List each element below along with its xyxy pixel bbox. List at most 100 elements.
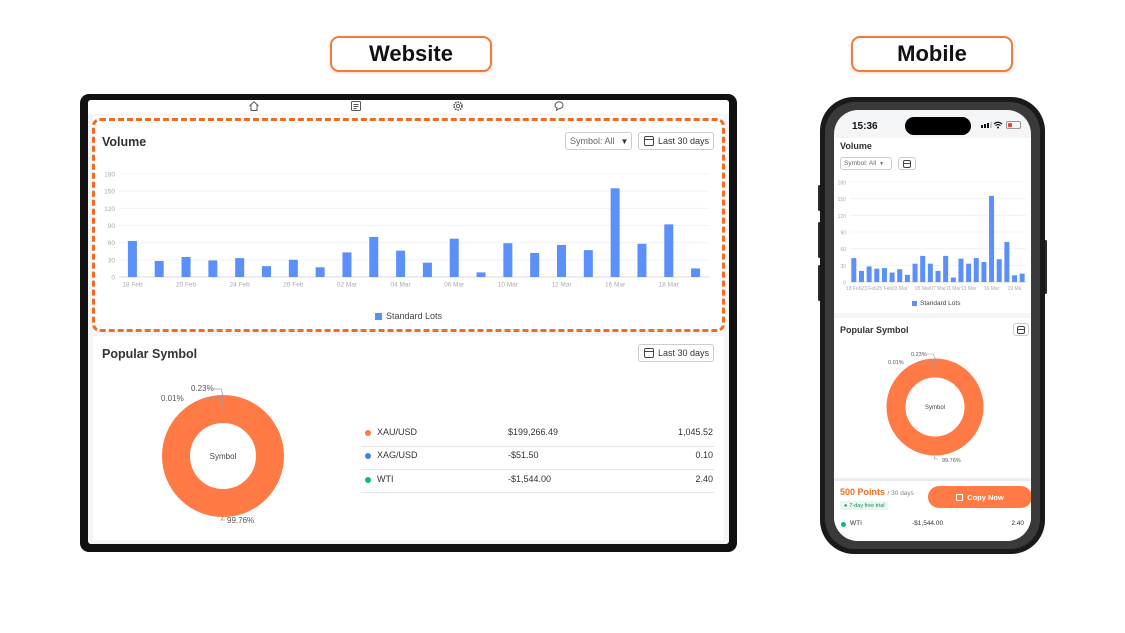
volume-bar[interactable]: [315, 267, 325, 277]
x-tick-label: 03 Mar: [892, 286, 908, 292]
home-icon[interactable]: [248, 100, 260, 112]
volume-bar[interactable]: [889, 272, 895, 282]
mobile-volume-chart: 030609012015018018 Feb 23 Feb 25 Feb 03 Mar…: [838, 181, 1026, 292]
volume-bar[interactable]: [557, 244, 566, 277]
x-tick-label: 18 Feb: [122, 282, 143, 289]
mobile-date-button[interactable]: [898, 157, 916, 170]
page: Website Mobile Volume Symbol: All ▼ Last…: [0, 0, 1125, 633]
news-icon[interactable]: [350, 100, 362, 112]
volume-bar[interactable]: [235, 258, 245, 277]
dropdown-arrow-icon: ▼: [879, 160, 885, 167]
calendar-icon: [644, 348, 654, 358]
volume-bar[interactable]: [912, 263, 918, 282]
mobile-popular-date-button[interactable]: [1013, 323, 1029, 336]
popular-title: Popular Symbol: [102, 347, 198, 361]
volume-bar[interactable]: [851, 258, 857, 282]
trial-badge: ● 7-day free trial: [840, 501, 889, 510]
volume-bar[interactable]: [1004, 242, 1010, 282]
row-symbol: XAG/USD: [377, 450, 418, 460]
volume-bar[interactable]: [866, 266, 872, 282]
x-tick-label: 11 Mar: [946, 286, 962, 292]
copy-icon: [956, 493, 964, 501]
x-tick-label: 25 Feb: [877, 286, 893, 292]
copy-now-button[interactable]: Copy Now: [928, 486, 1031, 508]
website-label: Website: [330, 36, 492, 72]
x-tick-label: 24 Feb: [230, 282, 251, 289]
volume-bar[interactable]: [208, 260, 218, 277]
date-range-button[interactable]: Last 30 days: [638, 132, 714, 150]
mobile-symbol-select-value: Symbol: All: [844, 160, 877, 167]
volume-bar[interactable]: [181, 256, 191, 277]
volume-bar[interactable]: [637, 243, 647, 277]
volume-bar[interactable]: [503, 243, 513, 277]
volume-bar[interactable]: [262, 266, 271, 277]
volume-bar[interactable]: [664, 224, 674, 277]
x-tick-label: 02 Mar: [337, 282, 358, 289]
mobile-popular-donut: Symbol 0.23% 0.01% 99.76%: [886, 352, 984, 464]
calendar-icon: [644, 136, 654, 146]
x-tick-label: 23 Feb: [861, 286, 877, 292]
volume-bar[interactable]: [881, 268, 887, 282]
mobile-row-symbol: WTI: [850, 520, 862, 527]
volume-bar[interactable]: [943, 255, 949, 282]
wifi-icon: [993, 121, 1003, 129]
volume-bar[interactable]: [935, 270, 941, 282]
label-99-76: 99.76%: [942, 458, 961, 464]
volume-bar[interactable]: [858, 270, 864, 282]
volume-bar[interactable]: [583, 250, 593, 277]
mobile-symbol-select[interactable]: Symbol: All ▼: [840, 157, 892, 170]
volume-bar[interactable]: [950, 277, 956, 282]
volume-bar[interactable]: [958, 258, 964, 282]
volume-title: Volume: [102, 135, 147, 149]
divider: [361, 446, 714, 447]
volume-bar[interactable]: [1012, 275, 1018, 282]
volume-bar[interactable]: [422, 262, 432, 277]
volume-bar[interactable]: [530, 252, 540, 277]
volume-bar[interactable]: [897, 269, 903, 282]
volume-bar[interactable]: [369, 236, 379, 277]
symbol-select-value: Symbol: All: [570, 136, 615, 146]
volume-bar[interactable]: [288, 259, 298, 277]
volume-bar[interactable]: [904, 274, 910, 282]
volume-bar[interactable]: [920, 255, 926, 282]
mobile-popular-card: Popular Symbol Symbol 0.23% 0.01% 99.76%: [834, 318, 1031, 478]
divider: [361, 469, 714, 470]
volume-bar[interactable]: [342, 252, 352, 277]
mobile-volume-legend: Standard Lots: [912, 300, 960, 307]
volume-bar[interactable]: [996, 259, 1002, 282]
volume-bar[interactable]: [127, 240, 137, 277]
volume-bar[interactable]: [396, 250, 406, 277]
volume-bar[interactable]: [1019, 273, 1025, 282]
volume-bar[interactable]: [927, 263, 933, 282]
dropdown-arrow-icon: ▼: [620, 136, 629, 146]
volume-bar[interactable]: [449, 238, 459, 277]
x-tick-label: 19 Ma: [1008, 286, 1022, 292]
volume-bar[interactable]: [874, 268, 880, 282]
row-lots: 1,045.52: [677, 427, 713, 437]
date-range-label: Last 30 days: [658, 136, 710, 146]
volume-bar[interactable]: [966, 263, 972, 282]
trial-label: 7-day free trial: [849, 502, 885, 509]
volume-bar[interactable]: [691, 268, 701, 277]
volume-bar[interactable]: [989, 195, 995, 282]
x-tick-label: 16 Mar: [605, 282, 626, 289]
points-value: 500 Points: [840, 487, 886, 497]
settings-icon[interactable]: [452, 100, 464, 112]
popular-date-range-button[interactable]: Last 30 days: [638, 344, 714, 362]
volume-bar[interactable]: [973, 258, 979, 282]
symbol-select[interactable]: Symbol: All ▼: [565, 132, 632, 150]
chat-icon[interactable]: [553, 100, 565, 112]
volume-bar[interactable]: [610, 188, 620, 277]
website-screen: Volume Symbol: All ▼ Last 30 days 0 30 60 9…: [88, 100, 729, 544]
y-tick-label: 90: [840, 231, 846, 237]
y-tick-label: 120: [838, 214, 847, 220]
volume-bar[interactable]: [981, 262, 987, 282]
volume-bar[interactable]: [476, 272, 486, 277]
volume-bar[interactable]: [154, 260, 164, 277]
y-tick-label: 150: [104, 189, 115, 196]
calendar-icon: [1017, 325, 1025, 334]
y-tick-label: 30: [108, 257, 116, 264]
mobile-label: Mobile: [851, 36, 1013, 72]
legend-dot-wti: [841, 522, 846, 527]
divider: [361, 492, 714, 493]
